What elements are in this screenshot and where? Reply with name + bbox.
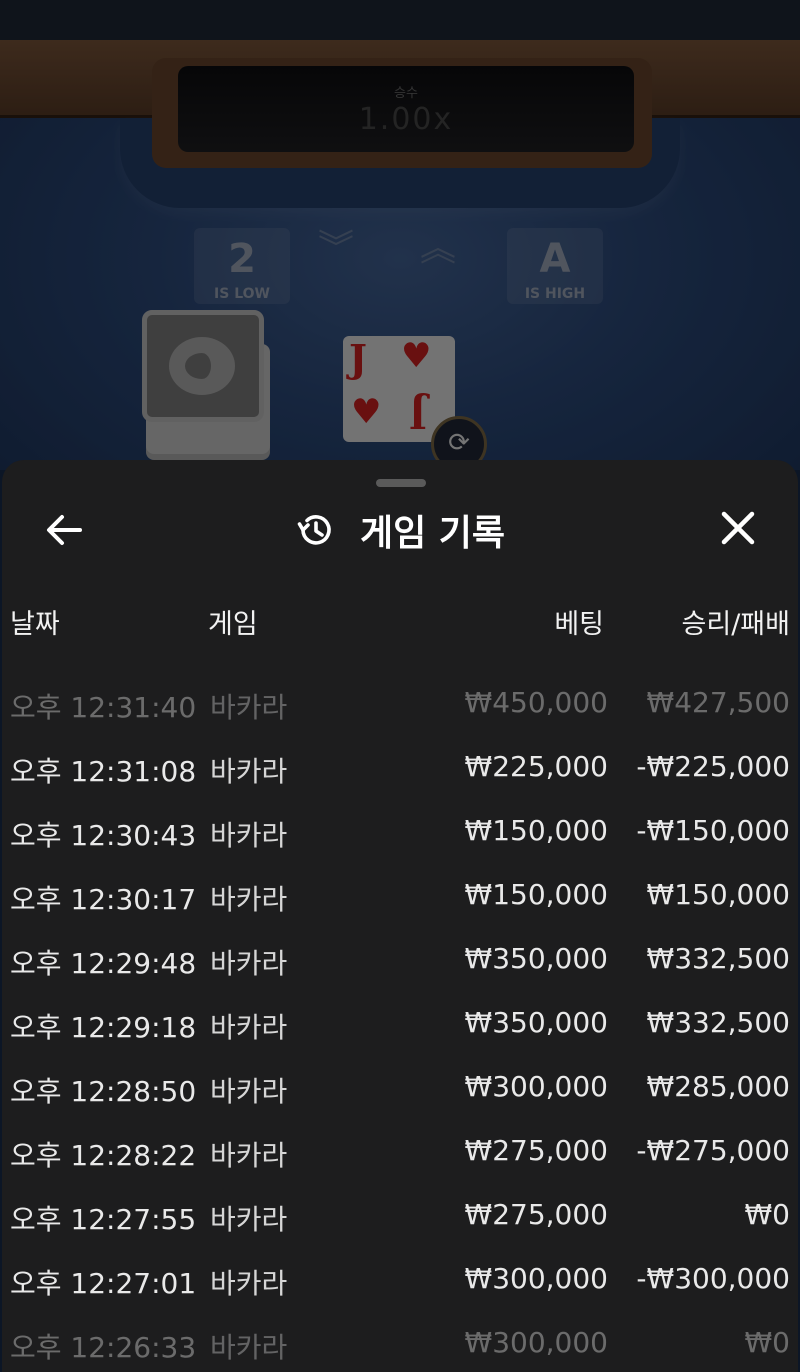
column-header-game[interactable]: 게임 [208,602,258,641]
table-row[interactable]: 오후 12:30:43 바카라 ₩150,000 -₩150,000 [2,798,798,862]
game-table: 승수 1.00x 2 IS LOW ︾ ︽ A IS HIGH J ♥ ♥ J … [0,0,800,470]
table-row[interactable]: 오후 12:31:08 바카라 ₩225,000 -₩225,000 [2,734,798,798]
table-row[interactable]: 오후 12:28:50 바카라 ₩300,000 ₩285,000 [2,1054,798,1118]
history-clock-icon [295,510,335,550]
row-result: -₩225,000 [636,750,790,783]
row-game: 바카라 [210,755,288,788]
row-result: ₩285,000 [646,1070,790,1103]
row-result: -₩150,000 [636,814,790,847]
table-row[interactable]: 오후 12:30:17 바카라 ₩150,000 ₩150,000 [2,862,798,926]
row-result: ₩150,000 [646,878,790,911]
row-time: 오후 12:29:48 [10,947,197,980]
row-time: 오후 12:29:18 [10,1011,197,1044]
modal-overlay [0,0,800,470]
row-time: 오후 12:31:40 [10,691,197,724]
column-header-result[interactable]: 승리/패배 [682,602,790,641]
row-game: 바카라 [210,1075,288,1108]
table-row[interactable]: 오후 12:26:33 바카라 ₩300,000 ₩0 [2,1310,798,1372]
row-bet: ₩300,000 [464,1326,608,1359]
row-game: 바카라 [210,1203,288,1236]
row-time: 오후 12:28:22 [10,1139,197,1172]
row-bet: ₩275,000 [464,1198,608,1231]
row-time: 오후 12:27:01 [10,1267,197,1300]
sheet-header: 게임 기록 [2,504,798,554]
history-sheet: 게임 기록 날짜 게임 베팅 승리/패배 오후 12:31:40 바카라 ₩45… [2,460,798,1372]
table-row[interactable]: 오후 12:28:22 바카라 ₩275,000 -₩275,000 [2,1118,798,1182]
row-result: ₩332,500 [646,942,790,975]
column-header-date[interactable]: 날짜 [10,602,60,641]
row-result: ₩427,500 [646,686,790,719]
table-row[interactable]: 오후 12:29:48 바카라 ₩350,000 ₩332,500 [2,926,798,990]
row-game: 바카라 [210,1331,288,1364]
row-bet: ₩300,000 [464,1262,608,1295]
table-row[interactable]: 오후 12:27:55 바카라 ₩275,000 ₩0 [2,1182,798,1246]
table-row[interactable]: 오후 12:29:18 바카라 ₩350,000 ₩332,500 [2,990,798,1054]
row-bet: ₩275,000 [464,1134,608,1167]
table-row[interactable]: 오후 12:31:40 바카라 ₩450,000 ₩427,500 [2,670,798,734]
row-bet: ₩150,000 [464,814,608,847]
row-time: 오후 12:26:33 [10,1331,197,1364]
sheet-title: 게임 기록 [360,513,506,554]
row-result: ₩0 [744,1326,791,1359]
row-result: -₩300,000 [636,1262,790,1295]
row-bet: ₩350,000 [464,942,608,975]
row-bet: ₩225,000 [464,750,608,783]
row-bet: ₩450,000 [464,686,608,719]
row-game: 바카라 [210,819,288,852]
row-time: 오후 12:30:43 [10,819,197,852]
row-time: 오후 12:31:08 [10,755,197,788]
row-game: 바카라 [210,1139,288,1172]
row-game: 바카라 [210,947,288,980]
row-result: ₩0 [744,1198,791,1231]
row-result: ₩332,500 [646,1006,790,1039]
row-time: 오후 12:30:17 [10,883,197,916]
sheet-grabber[interactable] [376,479,426,487]
column-header-bet[interactable]: 베팅 [554,602,604,641]
row-game: 바카라 [210,883,288,916]
history-list: 오후 12:31:40 바카라 ₩450,000 ₩427,500 오후 12:… [2,670,798,1372]
table-row[interactable]: 오후 12:27:01 바카라 ₩300,000 -₩300,000 [2,1246,798,1310]
row-time: 오후 12:27:55 [10,1203,197,1236]
row-bet: ₩300,000 [464,1070,608,1103]
row-bet: ₩150,000 [464,878,608,911]
row-game: 바카라 [210,1267,288,1300]
row-bet: ₩350,000 [464,1006,608,1039]
close-icon[interactable] [716,506,760,550]
row-result: -₩275,000 [636,1134,790,1167]
row-game: 바카라 [210,691,288,724]
row-time: 오후 12:28:50 [10,1075,197,1108]
row-game: 바카라 [210,1011,288,1044]
